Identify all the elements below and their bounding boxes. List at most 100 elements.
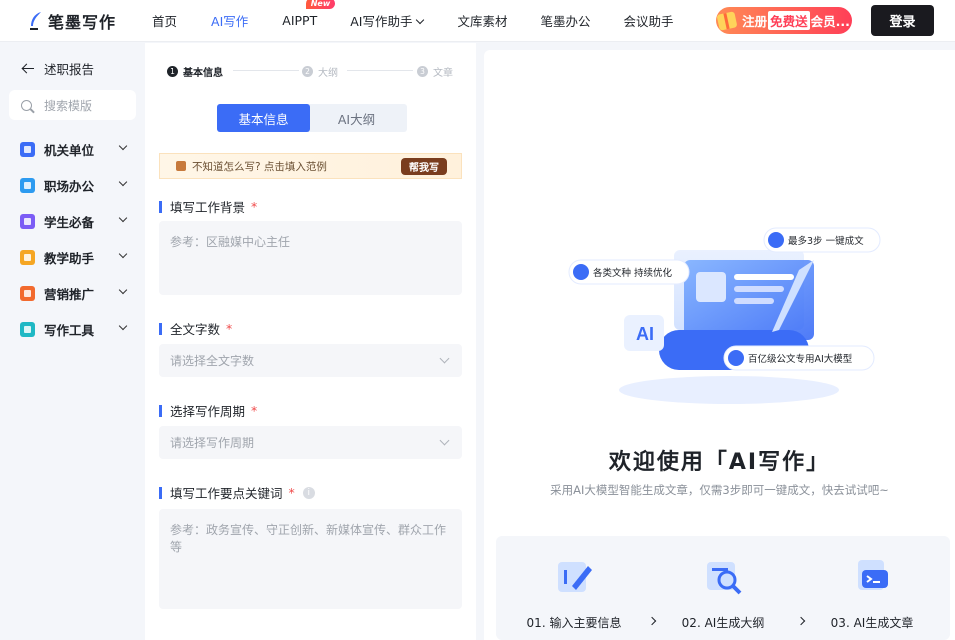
background-label: 填写工作背景 * bbox=[159, 197, 257, 216]
magnify-doc-icon bbox=[707, 562, 742, 595]
form-tabs: 基本信息 AI大纲 bbox=[217, 104, 407, 132]
sidebar-item-label: 写作工具 bbox=[44, 323, 95, 338]
chevron-down-icon bbox=[416, 15, 425, 25]
nav-library[interactable]: 文库素材 bbox=[457, 11, 507, 30]
briefcase-icon bbox=[20, 178, 35, 193]
label-text: 选择写作周期 bbox=[170, 404, 246, 419]
step-number: 1 bbox=[167, 66, 178, 77]
sidebar-item-tools[interactable]: 写作工具 bbox=[20, 320, 130, 339]
terminal-doc-icon bbox=[858, 560, 888, 590]
sidebar-item-label: 职场办公 bbox=[44, 179, 95, 194]
tool-icon bbox=[20, 322, 35, 337]
chevron-down-icon bbox=[118, 141, 128, 151]
info-icon[interactable]: i bbox=[302, 486, 315, 499]
writing-form-panel: 1 基本信息 2 大纲 3 文章 基本信息 AI大纲 不知道怎么写? 点击填入范… bbox=[145, 43, 476, 640]
search-placeholder: 搜索模版 bbox=[44, 98, 93, 113]
placeholder: 请选择写作周期 bbox=[170, 436, 255, 450]
how-it-works-steps: 01. 输入主要信息 02. AI生成大纲 03. AI生成文章 bbox=[496, 536, 950, 640]
sidebar-item-label: 营销推广 bbox=[44, 287, 95, 302]
nav-office[interactable]: 笔墨办公 bbox=[540, 11, 590, 30]
logo-text: 笔墨写作 bbox=[48, 12, 117, 32]
step-2: 2 大纲 bbox=[302, 64, 338, 79]
nav-meeting[interactable]: 会议助手 bbox=[624, 11, 674, 30]
ai-badge-text: AI bbox=[636, 324, 654, 344]
nav-aippt-label: AIPPT bbox=[282, 13, 318, 28]
label-text: 填写工作要点关键词 bbox=[170, 486, 283, 501]
required-mark: * bbox=[226, 321, 233, 336]
step-generate-outline: 02. AI生成大纲 bbox=[653, 536, 793, 640]
step-3: 3 文章 bbox=[417, 64, 453, 79]
keywords-textarea[interactable]: 参考：政务宣传、守正创新、新媒体宣传、群众工作等 bbox=[159, 509, 462, 609]
chevron-down-icon bbox=[439, 435, 450, 446]
sidebar-item-teaching[interactable]: 教学助手 bbox=[20, 248, 130, 267]
welcome-panel: AI 最多3步 一键成文 各类文种 持续优化 百亿级公文专用AI大模型 欢迎使用… bbox=[484, 50, 955, 640]
illustration-tag-types: 各类文种 持续优化 bbox=[593, 267, 673, 279]
template-sidebar: 述职报告 搜索模版 机关单位 职场办公 学生必备 教学助手 营销推广 写作工具 bbox=[0, 43, 145, 640]
sidebar-item-label: 机关单位 bbox=[44, 143, 95, 158]
gift-icon bbox=[716, 10, 738, 31]
envelope-icon bbox=[176, 161, 186, 171]
building-icon bbox=[20, 142, 35, 157]
logo[interactable]: 笔墨写作 bbox=[28, 9, 138, 33]
step-label: 文章 bbox=[433, 68, 453, 79]
back-link[interactable]: 述职报告 bbox=[22, 59, 94, 78]
nav-home[interactable]: 首页 bbox=[152, 11, 177, 30]
step-label: 基本信息 bbox=[183, 68, 223, 79]
step-connector bbox=[347, 70, 413, 71]
back-label: 述职报告 bbox=[44, 62, 95, 77]
top-nav-bar: 笔墨写作 首页 AI写作 AIPPT New AI写作助手 文库素材 笔墨办公 … bbox=[0, 0, 955, 42]
register-promo-button[interactable]: 注册 免费送 会员... bbox=[716, 7, 852, 34]
step-connector bbox=[233, 70, 299, 71]
step-number: 2 bbox=[302, 66, 313, 77]
keywords-label: 填写工作要点关键词 * i bbox=[159, 483, 315, 502]
step-label: 02. AI生成大纲 bbox=[681, 616, 765, 630]
label-marker bbox=[159, 200, 162, 213]
period-label: 选择写作周期 * bbox=[159, 401, 257, 420]
step-number: 3 bbox=[417, 66, 428, 77]
hint-text: 不知道怎么写? 点击填入范例 bbox=[192, 160, 327, 173]
nav-ai-assistant[interactable]: AI写作助手 bbox=[350, 11, 425, 30]
sidebar-item-label: 教学助手 bbox=[44, 251, 95, 266]
template-search-input[interactable]: 搜索模版 bbox=[9, 90, 136, 120]
illustration-tag-model: 百亿级公文专用AI大模型 bbox=[748, 353, 853, 365]
login-button[interactable]: 登录 bbox=[871, 5, 934, 36]
label-marker bbox=[159, 486, 162, 499]
background-textarea[interactable]: 参考：区融媒中心主任 bbox=[159, 221, 462, 295]
sidebar-item-label: 学生必备 bbox=[44, 215, 95, 230]
chevron-down-icon bbox=[118, 249, 128, 259]
nav-aippt[interactable]: AIPPT New bbox=[282, 0, 336, 28]
required-mark: * bbox=[288, 485, 295, 500]
promo-prefix: 注册 bbox=[742, 14, 768, 29]
sidebar-item-government[interactable]: 机关单位 bbox=[20, 140, 130, 159]
back-arrow-icon bbox=[22, 63, 34, 75]
placeholder: 请选择全文字数 bbox=[170, 354, 255, 368]
sidebar-item-workplace[interactable]: 职场办公 bbox=[20, 176, 130, 195]
chevron-down-icon bbox=[118, 321, 128, 331]
step-label: 03. AI生成文章 bbox=[830, 616, 914, 630]
label-marker bbox=[159, 322, 162, 335]
chevron-down-icon bbox=[118, 213, 128, 223]
word-count-select[interactable]: 请选择全文字数 bbox=[159, 344, 462, 377]
step-label: 01. 输入主要信息 bbox=[526, 616, 622, 630]
new-badge: New bbox=[305, 0, 336, 9]
nav-ai-writing[interactable]: AI写作 bbox=[211, 11, 248, 30]
sidebar-item-student[interactable]: 学生必备 bbox=[20, 212, 130, 231]
sidebar-item-marketing[interactable]: 营销推广 bbox=[20, 284, 130, 303]
label-marker bbox=[159, 404, 162, 417]
step-1: 1 基本信息 bbox=[167, 64, 223, 79]
tab-ai-outline[interactable]: AI大纲 bbox=[310, 104, 403, 132]
example-hint-banner: 不知道怎么写? 点击填入范例 帮我写 bbox=[159, 153, 462, 179]
tab-basic-info[interactable]: 基本信息 bbox=[217, 104, 310, 132]
edit-doc-icon bbox=[558, 562, 592, 592]
placeholder: 参考：区融媒中心主任 bbox=[170, 235, 291, 249]
nav-ai-assistant-label: AI写作助手 bbox=[350, 14, 413, 29]
chevron-down-icon bbox=[118, 177, 128, 187]
promo-highlight: 免费送 bbox=[768, 11, 810, 30]
teaching-icon bbox=[20, 250, 35, 265]
feather-logo-icon bbox=[30, 11, 41, 30]
welcome-subtitle: 采用AI大模型智能生成文章，仅需3步即可一键成文，快去试试吧~ bbox=[550, 483, 889, 497]
main-nav: 首页 AI写作 AIPPT New AI写作助手 文库素材 笔墨办公 会议助手 bbox=[152, 0, 674, 30]
welcome-title: 欢迎使用「AI写作」 bbox=[608, 450, 831, 475]
period-select[interactable]: 请选择写作周期 bbox=[159, 426, 462, 459]
help-me-write-button[interactable]: 帮我写 bbox=[401, 158, 447, 175]
